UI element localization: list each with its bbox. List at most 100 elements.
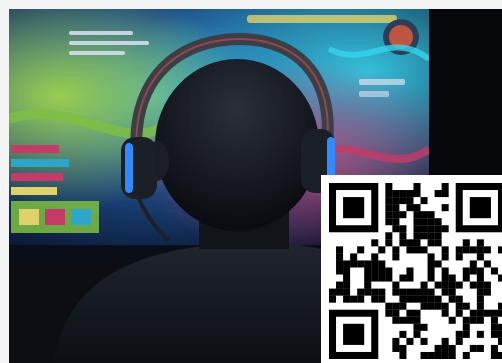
qr-module bbox=[490, 309, 498, 317]
qr-module bbox=[420, 295, 428, 303]
qr-module bbox=[490, 344, 498, 352]
qr-module bbox=[385, 190, 393, 198]
qr-module bbox=[399, 274, 407, 282]
qr-module bbox=[455, 246, 463, 254]
qr-module bbox=[406, 197, 414, 205]
qr-module bbox=[336, 253, 344, 261]
qr-module bbox=[476, 253, 484, 261]
qr-module bbox=[476, 344, 484, 352]
qr-module bbox=[399, 232, 407, 240]
qr-module bbox=[476, 239, 484, 247]
qr-module bbox=[427, 274, 435, 282]
qr-module bbox=[483, 288, 491, 296]
qr-module bbox=[448, 281, 456, 289]
qr-module bbox=[420, 246, 428, 254]
qr-module bbox=[441, 344, 449, 352]
qr-module bbox=[448, 274, 456, 282]
qr-module bbox=[392, 204, 400, 212]
qr-module bbox=[343, 267, 351, 275]
qr-module bbox=[413, 204, 421, 212]
qr-module bbox=[399, 211, 407, 219]
qr-module bbox=[448, 316, 456, 324]
qr-module bbox=[399, 351, 407, 359]
qr-module bbox=[378, 288, 386, 296]
qr-module bbox=[455, 302, 463, 310]
qr-module bbox=[364, 274, 372, 282]
qr-module bbox=[434, 295, 442, 303]
qr-finder-center bbox=[343, 323, 365, 345]
qr-module bbox=[469, 267, 477, 275]
qr-module bbox=[441, 337, 449, 345]
qr-module bbox=[378, 295, 386, 303]
qr-module bbox=[476, 316, 484, 324]
qr-module bbox=[420, 288, 428, 296]
qr-module bbox=[385, 197, 393, 205]
qr-module bbox=[392, 281, 400, 289]
qr-module bbox=[441, 183, 449, 191]
qr-module bbox=[385, 218, 393, 226]
qr-module bbox=[469, 260, 477, 268]
qr-module bbox=[371, 274, 379, 282]
qr-module bbox=[427, 218, 435, 226]
qr-module bbox=[406, 309, 414, 317]
qr-module bbox=[476, 281, 484, 289]
qr-module bbox=[462, 239, 470, 247]
qr-module bbox=[399, 302, 407, 310]
qr-module bbox=[392, 197, 400, 205]
qr-module bbox=[497, 337, 502, 345]
qr-module bbox=[497, 351, 502, 359]
qr-module bbox=[350, 253, 358, 261]
qr-module bbox=[441, 274, 449, 282]
qr-module bbox=[476, 288, 484, 296]
qr-module bbox=[490, 323, 498, 331]
qr-module bbox=[441, 351, 449, 359]
qr-module bbox=[420, 211, 428, 219]
qr-module bbox=[385, 274, 393, 282]
qr-module bbox=[420, 281, 428, 289]
qr-module bbox=[413, 232, 421, 240]
qr-module bbox=[406, 267, 414, 275]
qr-module bbox=[329, 295, 337, 303]
qr-module bbox=[399, 197, 407, 205]
qr-module bbox=[469, 344, 477, 352]
qr-module bbox=[462, 316, 470, 324]
qr-module bbox=[420, 323, 428, 331]
qr-module bbox=[343, 295, 351, 303]
qr-module bbox=[343, 260, 351, 268]
qr-module bbox=[406, 246, 414, 254]
qr-module bbox=[413, 225, 421, 233]
qr-module bbox=[343, 281, 351, 289]
qr-module bbox=[427, 232, 435, 240]
qr-module bbox=[392, 253, 400, 261]
qr-module bbox=[385, 302, 393, 310]
qr-module bbox=[413, 316, 421, 324]
qr-module bbox=[434, 218, 442, 226]
qr-module bbox=[406, 190, 414, 198]
qr-module bbox=[406, 316, 414, 324]
qr-module bbox=[385, 232, 393, 240]
qr-module bbox=[364, 260, 372, 268]
qr-module bbox=[336, 246, 344, 254]
qr-module bbox=[343, 288, 351, 296]
qr-module bbox=[497, 330, 502, 338]
qr-module bbox=[420, 225, 428, 233]
qr-module bbox=[469, 309, 477, 317]
qr-module bbox=[413, 288, 421, 296]
qr-module bbox=[413, 246, 421, 254]
qr-code-icon bbox=[329, 183, 502, 359]
qr-module bbox=[385, 267, 393, 275]
qr-module bbox=[434, 260, 442, 268]
qr-module bbox=[448, 295, 456, 303]
qr-module bbox=[371, 295, 379, 303]
qr-module bbox=[490, 351, 498, 359]
qr-module bbox=[455, 337, 463, 345]
qr-module bbox=[441, 225, 449, 233]
qr-module bbox=[434, 351, 442, 359]
qr-module bbox=[448, 344, 456, 352]
qr-module bbox=[385, 183, 393, 191]
qr-module bbox=[364, 267, 372, 275]
qr-module bbox=[406, 295, 414, 303]
qr-module bbox=[406, 337, 414, 345]
qr-module bbox=[476, 295, 484, 303]
qr-module bbox=[448, 288, 456, 296]
